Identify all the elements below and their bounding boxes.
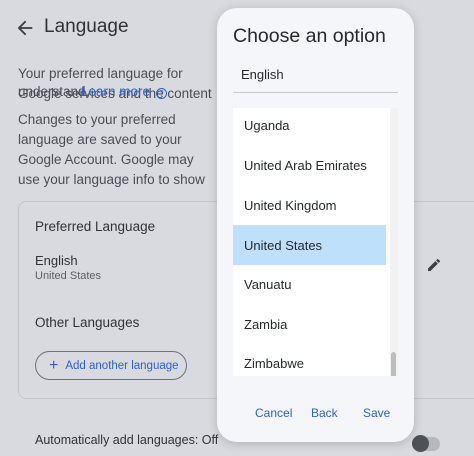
auto-add-toggle[interactable] bbox=[412, 435, 440, 452]
dialog-title: Choose an option bbox=[233, 25, 386, 47]
learn-more-link[interactable]: Learn more bbox=[81, 84, 150, 99]
changes-text: Changes to your preferred language are s… bbox=[18, 112, 205, 187]
preferred-language-heading: Preferred Language bbox=[35, 219, 156, 234]
option-item-selected[interactable]: United States bbox=[233, 225, 386, 265]
option-item[interactable]: Zambia bbox=[233, 304, 386, 344]
info-icon: ? bbox=[155, 88, 167, 99]
preferred-language-region: United States bbox=[35, 270, 102, 282]
auto-add-languages-label: Automatically add languages: Off bbox=[35, 433, 219, 447]
page-title: Language bbox=[44, 16, 129, 37]
edit-pencil-icon[interactable] bbox=[426, 257, 442, 273]
toggle-knob bbox=[412, 435, 429, 452]
cancel-button[interactable]: Cancel bbox=[255, 406, 292, 420]
add-language-label: Add another language bbox=[65, 359, 179, 372]
option-item[interactable]: Uganda bbox=[233, 108, 386, 145]
save-button[interactable]: Save bbox=[363, 406, 390, 420]
plus-icon: + bbox=[49, 356, 59, 374]
scrollbar-thumb[interactable] bbox=[391, 352, 396, 376]
option-item[interactable]: United Kingdom bbox=[233, 185, 386, 225]
dialog-divider bbox=[233, 92, 398, 93]
other-languages-heading: Other Languages bbox=[35, 315, 140, 330]
option-item[interactable]: Vanuatu bbox=[233, 264, 386, 304]
option-item[interactable]: Zimbabwe bbox=[233, 343, 386, 376]
option-list[interactable]: Uganda United Arab Emirates United Kingd… bbox=[233, 108, 398, 376]
back-button[interactable]: Back bbox=[311, 406, 338, 420]
choose-option-dialog: Choose an option English Uganda United A… bbox=[217, 8, 414, 442]
preferred-language-value: English bbox=[35, 253, 78, 268]
option-item[interactable]: United Arab Emirates bbox=[233, 145, 386, 185]
back-arrow-icon[interactable] bbox=[14, 17, 36, 39]
add-language-button[interactable]: + Add another language bbox=[35, 351, 187, 380]
scrollbar-track[interactable] bbox=[390, 108, 398, 376]
dialog-current-value: English bbox=[241, 67, 284, 82]
